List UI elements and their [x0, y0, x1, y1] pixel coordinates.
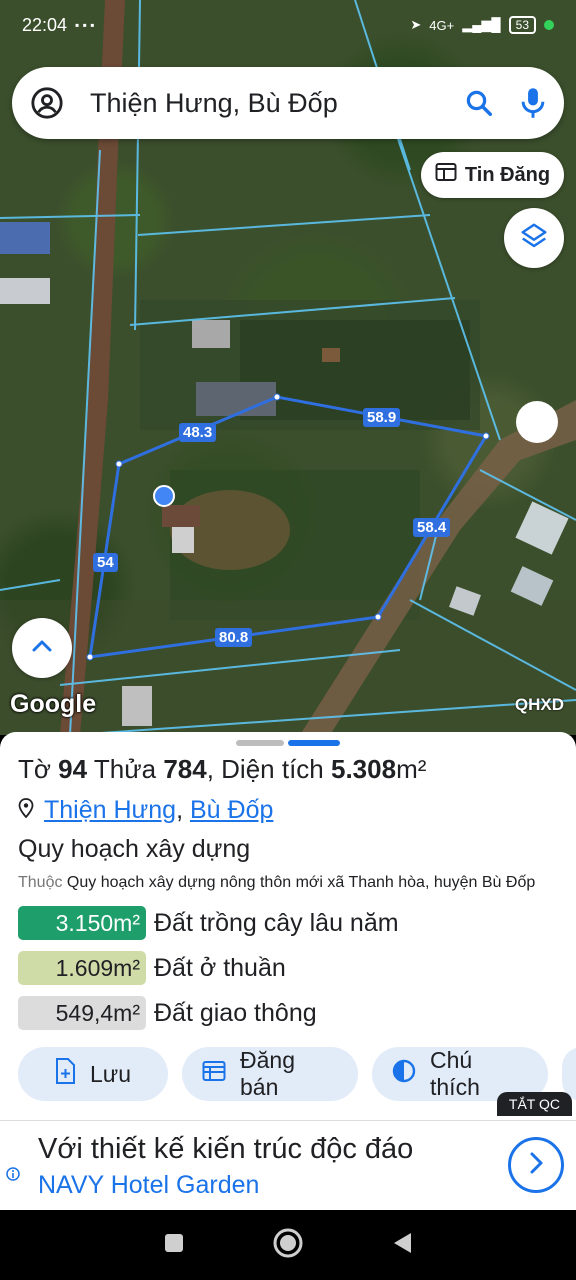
recents-icon[interactable] [163, 1232, 185, 1259]
edge-label: 54 [93, 553, 118, 572]
listing-board-icon [435, 162, 457, 188]
sheet-drag-handle[interactable] [236, 740, 340, 746]
edge-label: 48.3 [179, 423, 217, 442]
land-use-row[interactable]: 549,4m² Đất giao thông [18, 996, 317, 1030]
tin-dang-label: Tin Đăng [464, 163, 551, 186]
location-pin-icon [18, 796, 34, 825]
battery-icon: 53 [508, 16, 536, 34]
land-use-label: Đất trồng cây lâu năm [154, 908, 399, 937]
parcel-title: Tờ 94 Thửa 784, Diện tích 5.308m² [18, 754, 427, 784]
notification-icons: ▪ ▪ ▪ [75, 18, 95, 32]
privacy-dot-icon [544, 20, 554, 30]
parcel-info-sheet[interactable]: Tờ 94 Thửa 784, Diện tích 5.308m² Thiện … [0, 732, 576, 1120]
search-icon[interactable] [464, 88, 494, 118]
half-circle-icon [392, 1059, 416, 1089]
land-use-area: 549,4m² [18, 996, 146, 1030]
planning-description: Thuộc Quy hoạch xây dựng nông thôn mới x… [18, 874, 536, 891]
edge-label: 80.8 [215, 628, 253, 647]
back-icon[interactable] [391, 1231, 413, 1260]
district-link[interactable]: Bù Đốp [190, 796, 273, 824]
system-nav-bar [0, 1210, 576, 1280]
land-use-area: 1.609m² [18, 951, 146, 985]
chevron-right-icon [527, 1151, 545, 1180]
save-plus-icon [54, 1058, 76, 1090]
signal-icon: ▂▄▆█ [462, 17, 501, 32]
land-use-row[interactable]: 1.609m² Đất ở thuần [18, 951, 286, 985]
sheet-page-indicator-active [288, 740, 340, 746]
home-icon[interactable] [272, 1227, 304, 1264]
land-use-row[interactable]: 3.150m² Đất trồng cây lâu năm [18, 906, 399, 940]
close-ad-button[interactable]: TẮT QC [496, 1092, 572, 1116]
info-icon[interactable] [6, 1165, 20, 1188]
map-layer-label: QHXD [514, 695, 564, 714]
ad-open-button[interactable] [508, 1137, 564, 1193]
chevron-up-icon [31, 639, 53, 658]
map-view[interactable]: 48.3 58.9 58.4 54 80.8 22:04 ▪ ▪ ▪ ➤ 4G+… [0, 0, 576, 735]
microphone-icon[interactable] [520, 87, 546, 119]
network-label: 4G+ [429, 17, 455, 33]
status-bar: 22:04 ▪ ▪ ▪ ➤ 4G+ ▂▄▆█ 53 [0, 0, 576, 50]
sheet-page-indicator [236, 740, 284, 746]
expand-up-button[interactable] [12, 618, 72, 678]
edge-label: 58.4 [413, 518, 451, 537]
search-bar[interactable]: Thiện Hưng, Bù Đốp [12, 67, 564, 139]
ad-headline: Với thiết kế kiến trúc độc đáo [38, 1133, 414, 1165]
status-time: 22:04 [22, 14, 68, 35]
tin-dang-button[interactable]: Tin Đăng [421, 152, 564, 198]
location-arrow-icon: ➤ [410, 17, 422, 32]
edge-label: 58.9 [363, 408, 401, 427]
layers-icon [519, 221, 549, 256]
search-query[interactable]: Thiện Hưng, Bù Đốp [90, 88, 464, 119]
planning-title: Quy hoạch xây dựng [18, 835, 251, 863]
google-logo: Google [10, 690, 97, 718]
dang-ban-button[interactable]: Đăng bán [182, 1047, 358, 1101]
land-use-label: Đất giao thông [154, 998, 317, 1027]
land-use-area: 3.150m² [18, 906, 146, 940]
commune-link[interactable]: Thiện Hưng [44, 796, 176, 824]
save-button[interactable]: Lưu [18, 1047, 168, 1101]
map-marker-handle[interactable] [516, 401, 558, 443]
land-use-label: Đất ở thuần [154, 953, 286, 982]
ad-advertiser: NAVY Hotel Garden [38, 1171, 260, 1199]
ad-banner[interactable]: Với thiết kế kiến trúc độc đáo NAVY Hote… [0, 1120, 576, 1210]
parcel-location: Thiện Hưng, Bù Đốp [18, 796, 273, 825]
account-icon[interactable] [30, 86, 64, 120]
action-row: Lưu Đăng bán Chú thích [18, 1047, 576, 1101]
list-board-icon [202, 1060, 226, 1088]
layers-button[interactable] [504, 208, 564, 268]
